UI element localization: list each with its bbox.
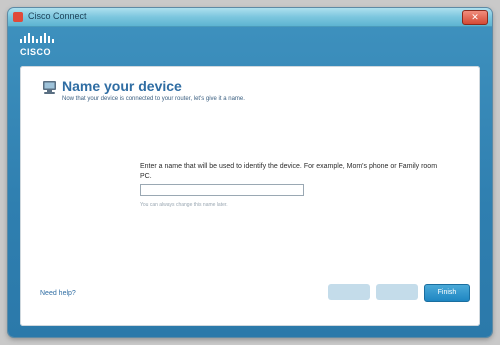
cisco-logo-text: CISCO (20, 47, 52, 57)
cancel-button[interactable]: Cancel (376, 284, 418, 300)
cisco-logo-icon (20, 33, 54, 43)
window-title: Cisco Connect (28, 11, 87, 21)
device-name-input[interactable] (140, 184, 304, 196)
instructions-text: Enter a name that will be used to identi… (140, 163, 438, 180)
title-bar[interactable]: Cisco Connect ✕ (8, 8, 492, 27)
computer-icon (43, 81, 56, 94)
page-subtitle: Now that your device is connected to you… (62, 96, 245, 102)
close-button[interactable]: ✕ (462, 10, 488, 25)
cisco-app-icon (13, 12, 23, 22)
hint-text: You can always change this name later. (140, 202, 228, 208)
installer-window: Cisco Connect ✕ CISCO Name your device N… (8, 8, 492, 337)
content-panel: Name your device Now that your device is… (20, 66, 480, 326)
back-button[interactable]: Back (328, 284, 370, 300)
finish-button[interactable]: Finish (424, 284, 470, 302)
page-title: Name your device (62, 78, 182, 94)
brand-header: CISCO (8, 27, 492, 65)
need-help-link[interactable]: Need help? (40, 290, 76, 297)
